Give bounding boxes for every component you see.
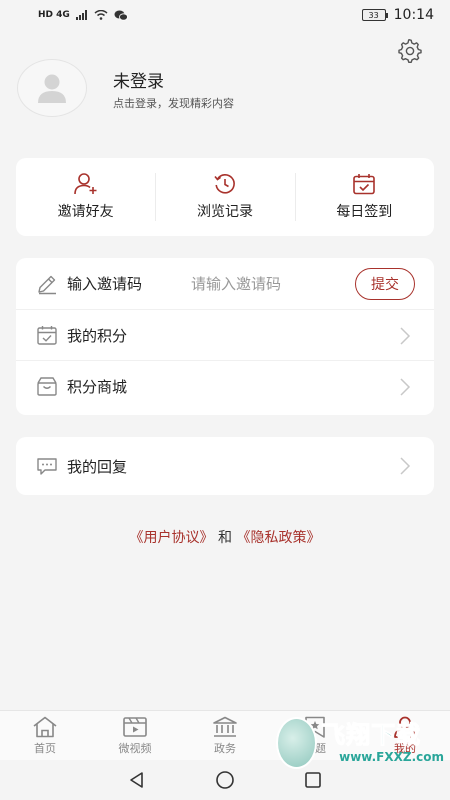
login-status[interactable]: 未登录	[113, 67, 164, 92]
my-points-row[interactable]: 我的积分	[16, 309, 434, 360]
tab-topics-label: 专题	[304, 741, 326, 755]
avatar[interactable]	[17, 59, 87, 117]
clock: 10:14	[393, 7, 434, 23]
video-icon	[123, 716, 147, 737]
tab-video-label: 微视频	[118, 741, 152, 755]
system-nav-bar	[0, 760, 450, 800]
my-points-label: 我的积分	[67, 326, 128, 345]
daily-checkin-button[interactable]: 每日签到	[294, 169, 434, 225]
battery-icon: 33	[361, 9, 388, 21]
invite-friends-button[interactable]: 邀请好友	[16, 169, 155, 225]
invite-code-input[interactable]	[191, 272, 351, 296]
chevron-right-icon	[400, 327, 411, 345]
tab-mine-label: 我的	[394, 741, 416, 755]
back-triangle-icon	[130, 772, 143, 788]
chevron-right-icon	[400, 378, 411, 396]
calendar-check-icon	[353, 174, 376, 195]
default-avatar-icon	[38, 74, 66, 103]
tab-mine[interactable]: 我的	[360, 711, 450, 760]
user-agreement-link[interactable]: 《用户协议》	[130, 530, 214, 546]
pencil-icon	[36, 273, 58, 295]
submit-button[interactable]: 提交	[355, 268, 415, 300]
points-mall-label: 积分商城	[67, 377, 128, 396]
invite-code-label: 输入邀请码	[67, 275, 143, 293]
login-hint: 点击登录，发现精彩内容	[113, 97, 234, 110]
tab-home[interactable]: 首页	[0, 711, 90, 760]
gift-icon	[36, 375, 58, 397]
browse-history-button[interactable]: 浏览记录	[155, 169, 294, 225]
network-indicator: HD 4G	[38, 10, 70, 20]
add-user-icon	[73, 173, 97, 195]
daily-checkin-label: 每日签到	[336, 204, 393, 220]
tab-home-label: 首页	[34, 741, 56, 755]
wechat-icon	[114, 10, 128, 21]
status-left: HD 4G	[38, 10, 128, 21]
points-icon	[36, 324, 58, 346]
invite-friends-label: 邀请好友	[57, 204, 114, 220]
history-icon	[214, 174, 235, 194]
profile-icon	[394, 716, 416, 738]
recents-square-icon	[305, 772, 321, 788]
replies-card: 我的回复	[16, 437, 434, 495]
status-bar: HD 4G 33 10:14	[0, 0, 450, 30]
government-icon	[213, 716, 237, 737]
battery-level: 33	[368, 10, 379, 20]
invite-code-row: 输入邀请码 提交	[16, 258, 434, 309]
tab-government-label: 政务	[214, 741, 236, 755]
bookmark-star-icon	[305, 716, 325, 738]
comment-icon	[36, 455, 58, 477]
agreement-conjunction: 和	[218, 530, 232, 546]
points-mall-row[interactable]: 积分商城	[16, 360, 434, 411]
home-nav-button[interactable]	[214, 769, 236, 791]
my-replies-label: 我的回复	[67, 457, 128, 476]
tab-video[interactable]: 微视频	[90, 711, 180, 760]
home-icon	[33, 716, 57, 737]
bottom-tab-bar: 首页 微视频 政务 专题 我的	[0, 710, 450, 760]
home-circle-icon	[216, 771, 234, 789]
signal-icon	[75, 10, 87, 20]
back-button[interactable]	[126, 769, 148, 791]
account-list-card: 输入邀请码 提交 我的积分 积分商城	[16, 258, 434, 415]
agreement-links: 《用户协议》 和 《隐私政策》	[0, 527, 450, 547]
chevron-right-icon	[400, 457, 411, 475]
tab-government[interactable]: 政务	[180, 711, 270, 760]
tab-topics[interactable]: 专题	[270, 711, 360, 760]
wifi-icon	[94, 10, 108, 20]
status-right: 33 10:14	[361, 7, 434, 23]
recents-button[interactable]	[302, 769, 324, 791]
browse-history-label: 浏览记录	[196, 204, 253, 220]
my-replies-row[interactable]: 我的回复	[16, 437, 434, 495]
privacy-policy-link[interactable]: 《隐私政策》	[236, 530, 320, 546]
profile-header[interactable]: 未登录 点击登录，发现精彩内容	[17, 59, 417, 119]
quick-actions-card: 邀请好友 浏览记录 每日签到	[16, 158, 434, 236]
